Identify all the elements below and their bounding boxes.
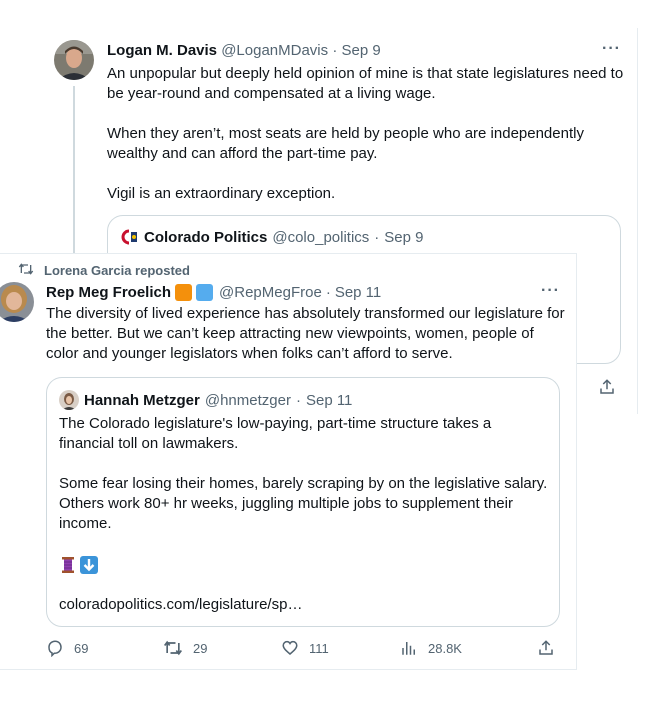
reply-count: 69 [74,640,89,656]
emoji-row [59,556,98,579]
front-tweet[interactable]: Lorena Garcia reposted Rep Meg Froelich … [0,253,577,670]
quoted-tweet-date[interactable]: Sep 11 [306,392,352,409]
separator: · [295,391,301,409]
avatar[interactable] [54,40,94,80]
divider [637,28,638,414]
tweet-header: Logan M. Davis @LoganMDavis · Sep 9 [107,42,381,59]
avatar[interactable] [0,282,34,322]
quoted-tweet-header: Hannah Metzger @hnmetzger · Sep 11 [59,390,352,410]
thread-spool-icon [59,556,77,579]
bar-chart-icon [400,639,418,657]
tweet-header: Rep Meg Froelich @RepMegFroe · Sep 11 [46,284,381,301]
quoted-author-handle[interactable]: @colo_politics [272,229,369,246]
orange-square-icon [175,284,193,301]
repost-count: 29 [193,640,208,656]
repost-button[interactable]: 29 [163,639,207,657]
colorado-politics-logo [120,228,139,246]
tweet-date[interactable]: Sep 11 [335,284,381,301]
like-button[interactable]: 111 [281,639,329,657]
quoted-author-name[interactable]: Hannah Metzger [84,392,200,409]
action-bar: 69 29 111 28.8K [0,639,577,663]
author-name[interactable]: Logan M. Davis [107,42,217,59]
quoted-author-handle[interactable]: @hnmetzger [205,392,291,409]
separator: · [325,284,331,301]
quoted-author-name[interactable]: Colorado Politics [144,229,267,246]
repost-label[interactable]: Lorena Garcia reposted [44,263,190,278]
author-handle[interactable]: @RepMegFroe [219,284,322,301]
blue-square-icon [196,284,214,301]
share-button[interactable] [537,639,555,657]
views-count: 28.8K [428,640,462,656]
repost-icon [18,262,34,279]
tweet-date[interactable]: Sep 9 [342,42,381,59]
heart-icon [281,639,299,657]
quoted-tweet-text: The Colorado legislature's low-paying, p… [59,415,548,532]
share-icon [537,639,555,657]
tweet-text: An unpopular but deeply held opinion of … [107,65,624,202]
down-arrow-icon [80,556,98,579]
reply-button[interactable]: 69 [46,639,88,657]
tweet-text: The diversity of lived experience has ab… [46,305,565,362]
repost-icon [163,639,183,657]
quoted-tweet[interactable]: Hannah Metzger @hnmetzger · Sep 11 The C… [46,377,560,627]
share-icon[interactable] [598,378,616,401]
author-handle[interactable]: @LoganMDavis [221,42,328,59]
more-options-button[interactable]: ··· [602,40,621,58]
quoted-link[interactable]: coloradopolitics.com/legislature/sp… [59,596,302,613]
repost-indicator: Lorena Garcia reposted [18,262,190,279]
like-count: 111 [309,640,329,656]
author-name[interactable]: Rep Meg Froelich [46,284,171,301]
separator: · [332,42,338,59]
quoted-tweet-header: Colorado Politics @colo_politics · Sep 9 [120,228,424,246]
avatar[interactable] [59,390,79,410]
views-button[interactable]: 28.8K [400,639,462,657]
separator: · [374,228,380,246]
more-options-button[interactable]: ··· [541,282,560,300]
quoted-tweet-date[interactable]: Sep 9 [384,229,423,246]
reply-icon [46,639,64,657]
